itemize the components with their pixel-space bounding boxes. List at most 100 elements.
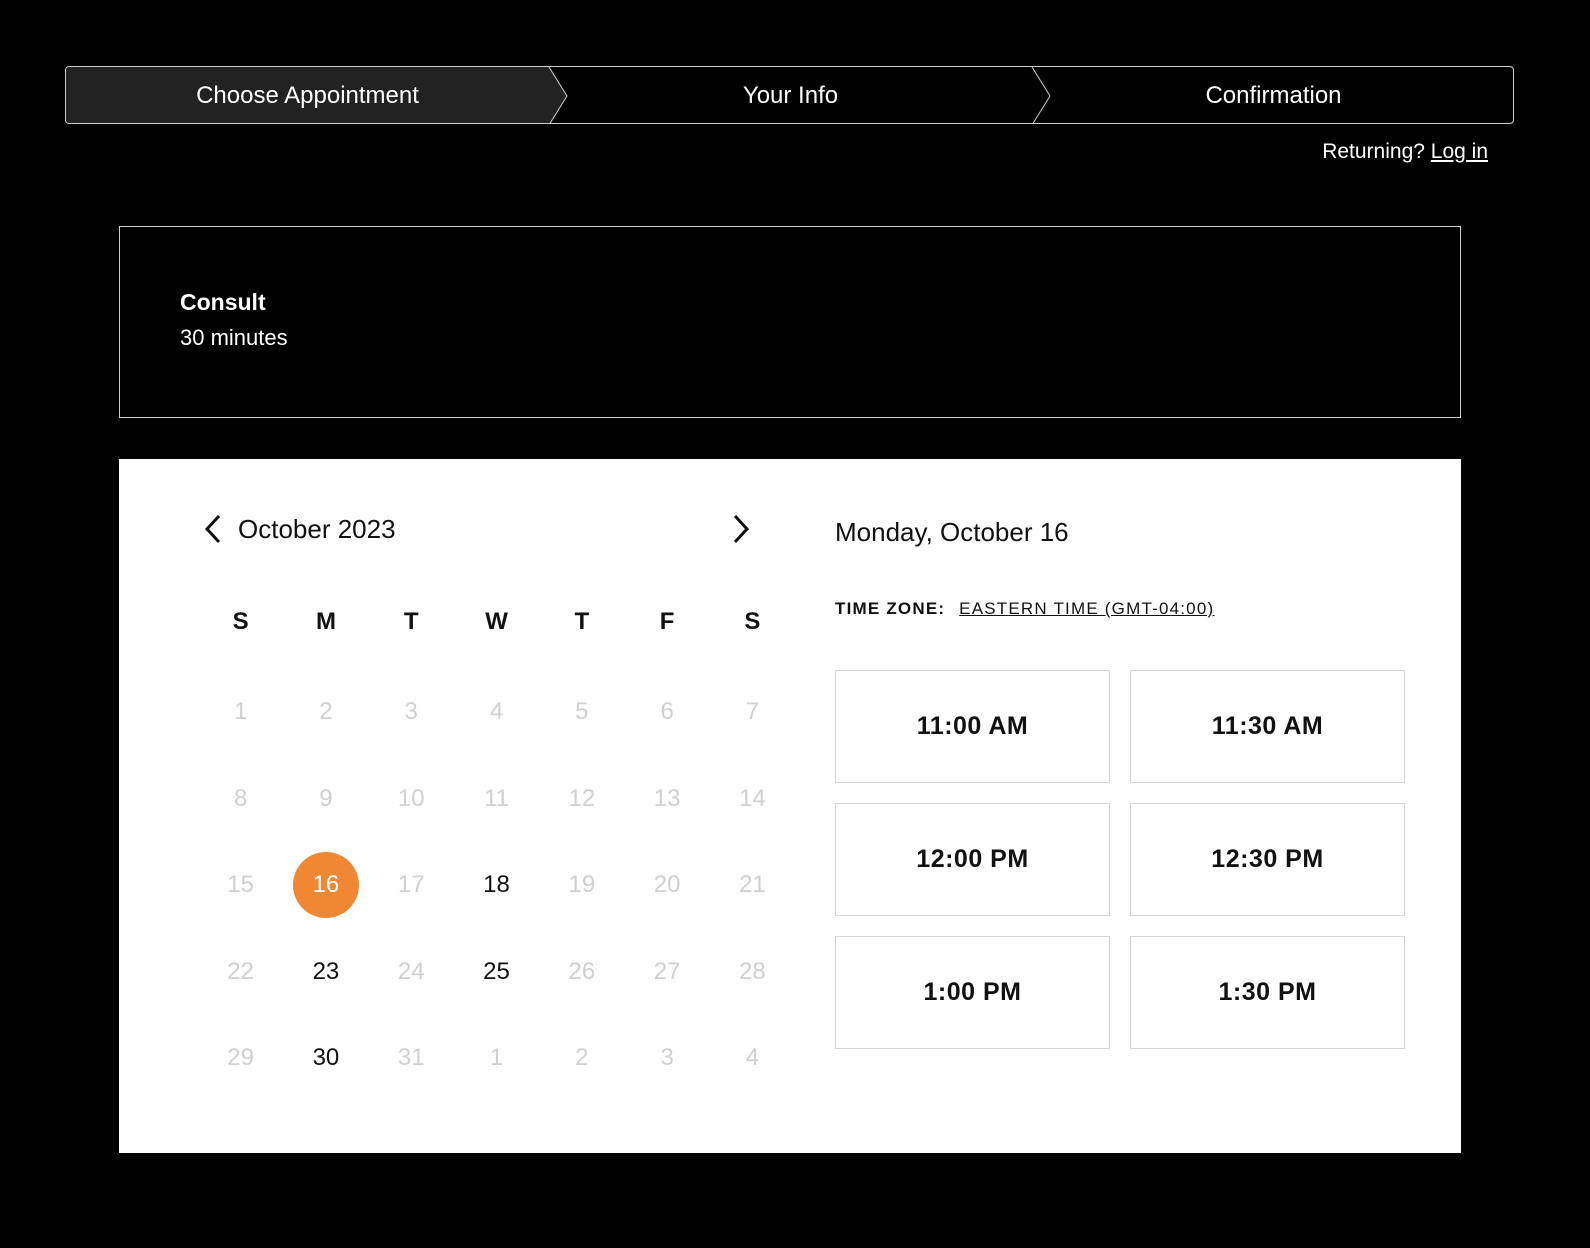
service-duration: 30 minutes [180, 325, 288, 350]
previous-month-button[interactable] [197, 511, 229, 547]
step-label: Confirmation [1205, 82, 1342, 109]
calendar-day[interactable]: 30 [283, 1015, 368, 1102]
calendar-day-number: 25 [483, 957, 510, 985]
calendar-day-number: 27 [653, 957, 681, 985]
calendar-day-selected[interactable]: 16 [283, 842, 368, 929]
next-month-button[interactable] [725, 511, 757, 547]
month-navigation: October 2023 [197, 509, 757, 549]
weekday-saturday: S [744, 608, 761, 635]
calendar-day-number: 5 [575, 698, 589, 726]
calendar-day: 26 [539, 929, 624, 1016]
calendar-day-number: 4 [745, 1044, 760, 1072]
calendar-day-number: 12 [568, 784, 596, 812]
timezone-row: TIME ZONE: EASTERN TIME (GMT-04:00) [835, 599, 1214, 619]
calendar-day: 31 [369, 1015, 454, 1102]
weekday-header: S M T W T F S [198, 608, 761, 636]
calendar-day-number: 2 [319, 698, 333, 726]
calendar-day-number: 21 [739, 871, 766, 899]
timezone-selector[interactable]: EASTERN TIME (GMT-04:00) [959, 599, 1214, 618]
returning-login: Returning? Log in [1322, 140, 1488, 164]
calendar-day: 4 [710, 1015, 795, 1102]
weekday-tuesday: T [403, 608, 419, 635]
calendar-day: 10 [369, 756, 454, 843]
calendar-day-number: 13 [653, 784, 681, 812]
time-slots: 11:00 AM 11:30 AM 12:00 PM 12:30 PM 1:00… [835, 670, 1405, 1049]
calendar-day-number: 22 [227, 957, 254, 985]
calendar-day-number: 11 [484, 784, 509, 812]
calendar-day: 29 [198, 1015, 283, 1102]
timezone-label: TIME ZONE: [835, 599, 946, 618]
month-title: October 2023 [238, 514, 396, 544]
calendar-day-number: 3 [404, 698, 418, 726]
calendar-day: 12 [539, 756, 624, 843]
calendar-day: 19 [539, 842, 624, 929]
calendar-day-number: 1 [489, 1044, 504, 1072]
calendar-day-number: 19 [568, 871, 596, 899]
calendar-day: 24 [369, 929, 454, 1016]
time-slot-button[interactable]: 1:00 PM [835, 936, 1110, 1049]
step-label: Your Info [742, 82, 839, 109]
selected-date-heading: Monday, October 16 [835, 517, 1069, 547]
calendar-day: 5 [539, 669, 624, 756]
calendar-day: 13 [624, 756, 709, 843]
calendar-day[interactable]: 18 [454, 842, 539, 929]
calendar-day: 1 [198, 669, 283, 756]
returning-prompt: Returning? [1322, 140, 1425, 163]
calendar-day: 27 [624, 929, 709, 1016]
login-link[interactable]: Log in [1431, 140, 1488, 163]
calendar-day-number: 9 [319, 784, 333, 812]
calendar-day: 8 [198, 756, 283, 843]
step-your-info[interactable]: Your Info [549, 67, 1032, 123]
calendar-day-number: 26 [568, 957, 596, 985]
calendar-day[interactable]: 25 [454, 929, 539, 1016]
calendar-day: 14 [710, 756, 795, 843]
step-label: Choose Appointment [196, 82, 419, 109]
calendar-day-number: 3 [660, 1044, 674, 1072]
calendar-day: 28 [710, 929, 795, 1016]
time-slot-button[interactable]: 11:30 AM [1130, 670, 1405, 783]
calendar-day-number: 14 [739, 784, 766, 812]
calendar-day-number: 31 [397, 1044, 425, 1072]
weekday-wednesday: W [485, 608, 508, 635]
step-choose-appointment[interactable]: Choose Appointment [66, 67, 549, 123]
calendar-day-number: 24 [397, 957, 425, 985]
calendar-day: 17 [369, 842, 454, 929]
service-name: Consult [180, 289, 266, 315]
time-slot-button[interactable]: 11:00 AM [835, 670, 1110, 783]
calendar-day-number: 6 [660, 698, 674, 726]
calendar-day: 11 [454, 756, 539, 843]
calendar-day-number: 23 [312, 957, 340, 985]
booking-panel: October 2023 S M T W T F S 1 2 3 4 5 6 7 8 9 10 11… [119, 459, 1461, 1153]
calendar-day[interactable]: 23 [283, 929, 368, 1016]
weekday-sunday: S [232, 608, 249, 635]
calendar-day-number: 4 [489, 698, 504, 726]
calendar-day-number: 15 [227, 871, 254, 899]
calendar-day-number: 30 [312, 1044, 340, 1072]
calendar-day-number: 29 [227, 1044, 254, 1072]
calendar-day-number: 28 [739, 957, 766, 985]
progress-stepper: Choose Appointment Your Info Confirmatio… [65, 66, 1514, 124]
calendar-day: 15 [198, 842, 283, 929]
weekday-monday: M [315, 608, 336, 635]
calendar-day-number: 8 [233, 784, 248, 812]
chevron-right-icon [733, 514, 750, 544]
time-slot-button[interactable]: 12:00 PM [835, 803, 1110, 916]
calendar-days-grid: 1 2 3 4 5 6 7 8 9 10 11 12 13 14 15 16 17 18 19 20 21 22 23 24 2… [198, 669, 765, 1102]
calendar-day-number: 2 [575, 1044, 589, 1072]
step-confirmation[interactable]: Confirmation [1032, 67, 1513, 123]
calendar-day: 2 [283, 669, 368, 756]
calendar-day-number: 1 [233, 698, 248, 726]
calendar-day-number: 18 [483, 871, 510, 899]
calendar-day-number: 16 [292, 852, 359, 919]
calendar-day-number: 20 [653, 871, 681, 899]
chevron-left-icon [204, 514, 221, 544]
calendar-day: 3 [369, 669, 454, 756]
time-slot-button[interactable]: 1:30 PM [1130, 936, 1405, 1049]
calendar-day-number: 17 [397, 871, 425, 899]
time-slot-button[interactable]: 12:30 PM [1130, 803, 1405, 916]
calendar-day-number: 10 [397, 784, 425, 812]
calendar-day: 20 [624, 842, 709, 929]
calendar-day: 22 [198, 929, 283, 1016]
calendar-day-number: 7 [745, 698, 760, 726]
calendar-day: 4 [454, 669, 539, 756]
